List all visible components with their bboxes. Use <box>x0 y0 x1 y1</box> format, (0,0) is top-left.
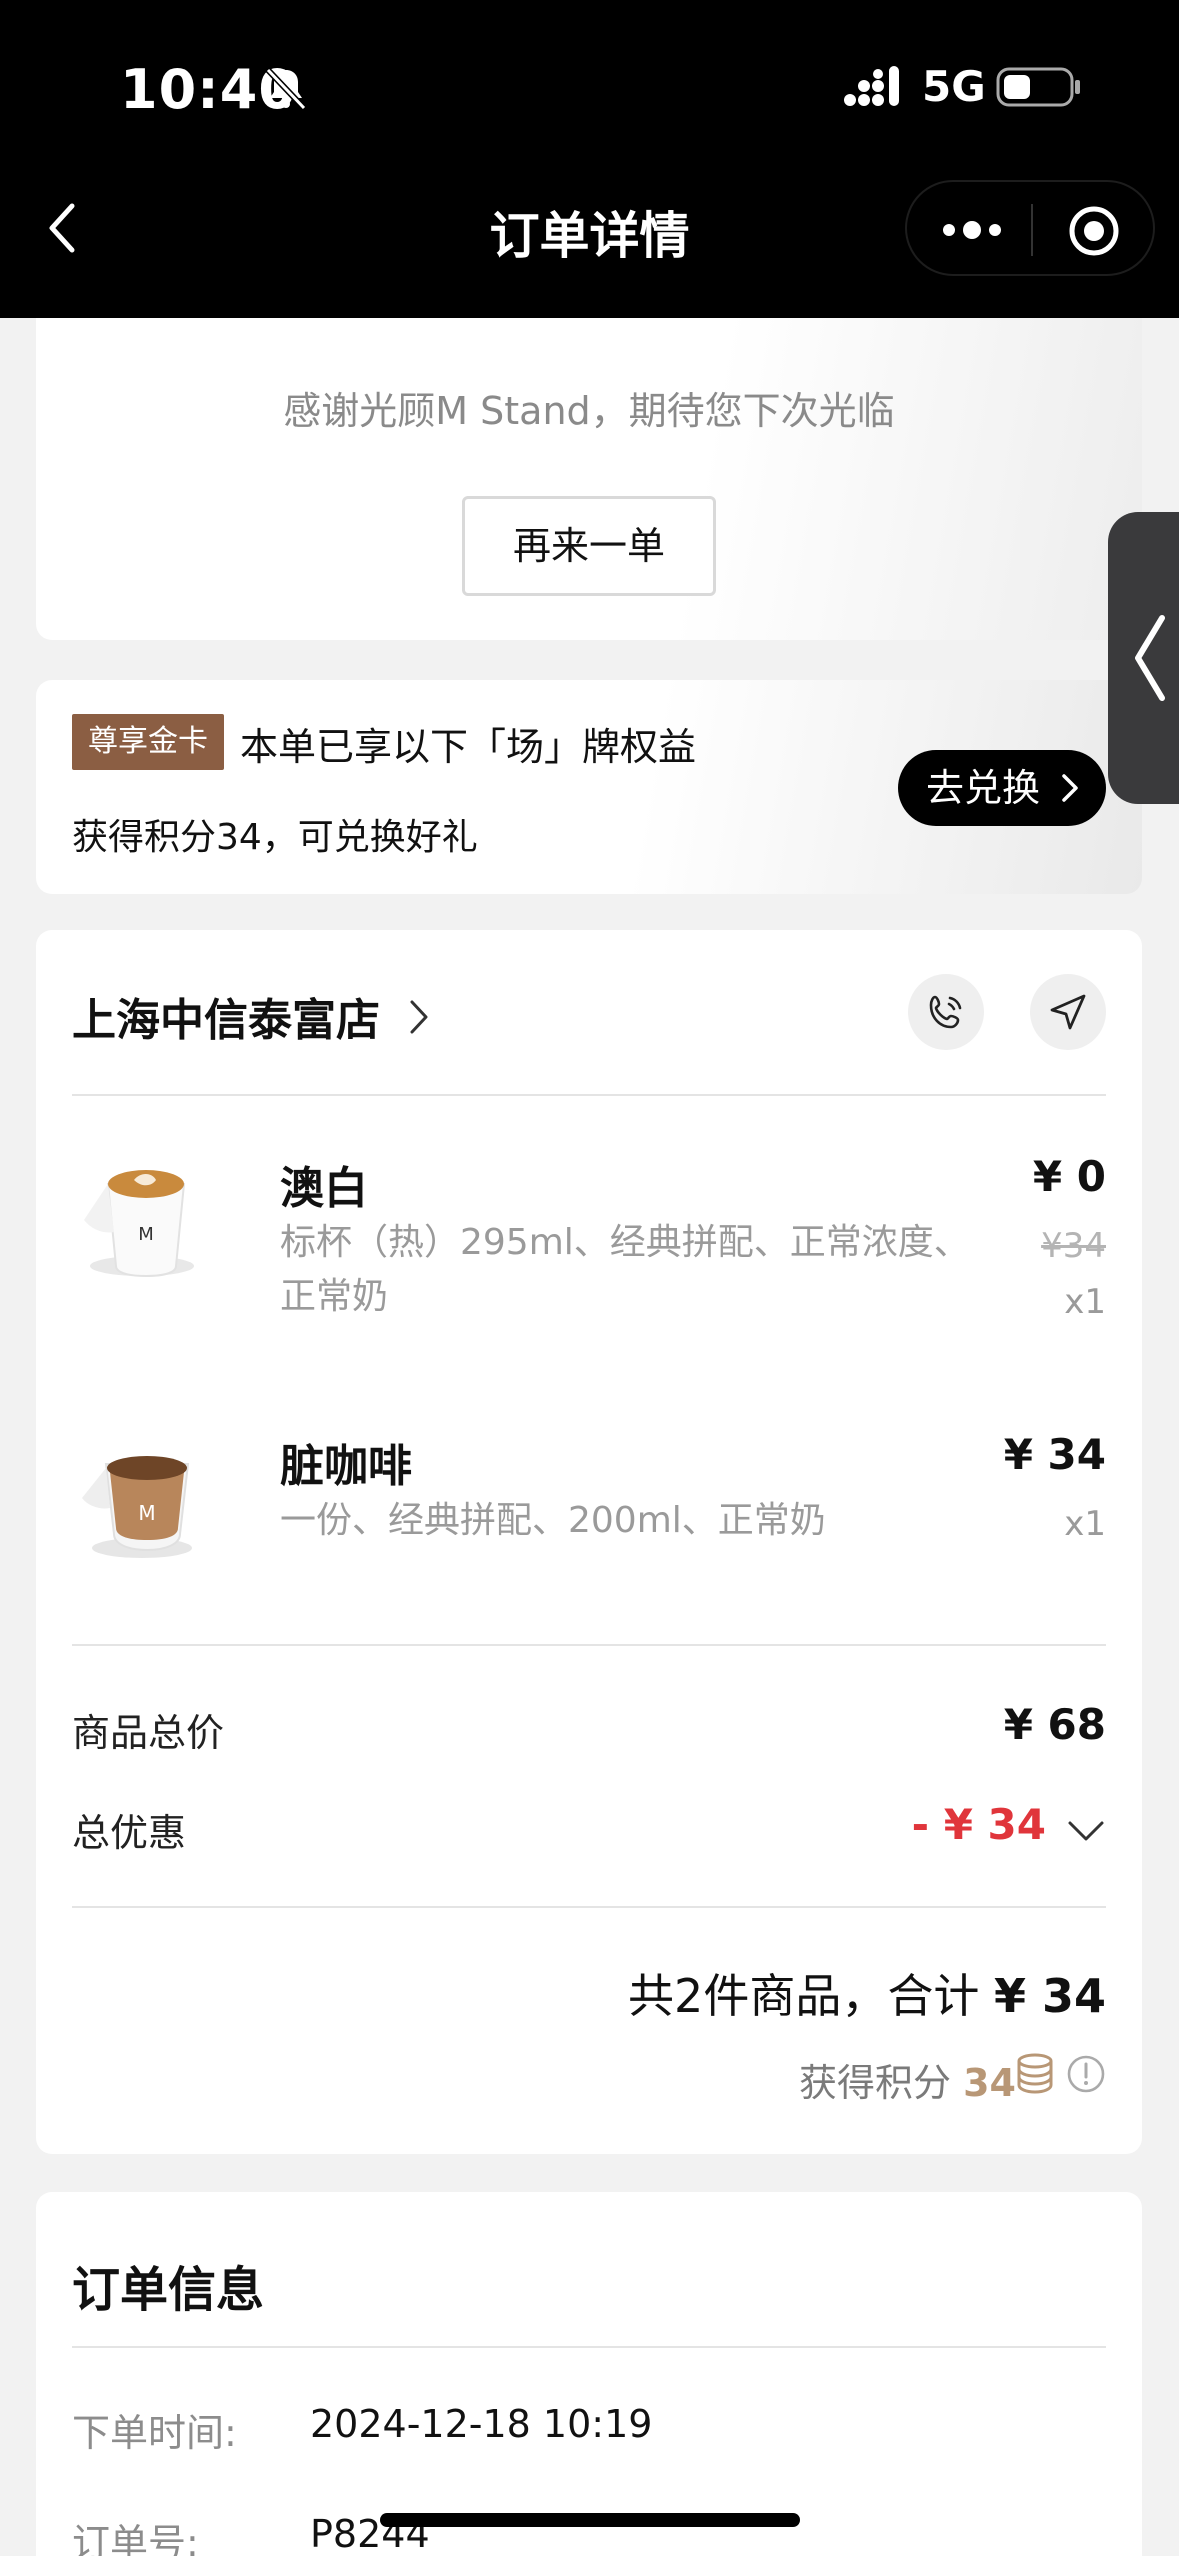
order-total: 共2件商品，合计 ¥ 34 <box>628 1960 1106 2026</box>
earn-points: 34 <box>963 2061 1016 2105</box>
earned-points: 获得积分 34 <box>799 2052 1016 2107</box>
close-miniprogram-icon[interactable] <box>1067 204 1121 258</box>
order-time-value: 2024-12-18 10:19 <box>310 2402 653 2446</box>
benefit-text: 本单已享以下「场」牌权益 <box>240 725 697 769</box>
navigate-button[interactable] <box>1030 974 1106 1050</box>
item-price: ¥ 34 <box>1003 1430 1106 1479</box>
top-bar: 10:40 5G 订单详情 <box>0 0 1179 318</box>
total-amount: ¥ 34 <box>993 1969 1106 2023</box>
svg-text:M: M <box>138 1501 155 1525</box>
item-spec: 标杯（热）295ml、经典拼配、正常浓度、正常奶 <box>280 1222 970 1317</box>
network-type: 5G <box>922 62 986 111</box>
order-info-title: 订单信息 <box>72 2262 265 2318</box>
item-name: 澳白 <box>280 1163 368 1214</box>
subtotal-label: 商品总价 <box>72 1711 225 1755</box>
svg-text:M: M <box>138 1224 154 1245</box>
item-spec: 一份、经典拼配、200ml、正常奶 <box>280 1500 826 1541</box>
discount-label: 总优惠 <box>72 1811 187 1855</box>
item-quantity: x1 <box>1064 1504 1106 1544</box>
item-price: ¥ 0 <box>1032 1152 1106 1201</box>
store-name[interactable]: 上海中信泰富店 <box>72 984 380 1048</box>
battery-icon <box>996 67 1080 107</box>
call-store-button[interactable] <box>908 974 984 1050</box>
order-card: 上海中信泰富店 M 澳白 标杯（热）295ml、经典拼配、正常浓度、正常奶 ¥ … <box>36 930 1142 2154</box>
earn-label: 获得积分 <box>799 2061 952 2105</box>
more-icon[interactable] <box>937 212 1007 248</box>
coin-stack-icon <box>1017 2053 1053 2094</box>
thanks-message: 感谢光顾M Stand，期待您下次光临 <box>283 389 895 433</box>
divider <box>72 1094 1106 1096</box>
order-info-card: 订单信息 下单时间: 2024-12-18 10:19 订单号: P8244 <box>36 2192 1142 2556</box>
member-benefit-card: 尊享金卡 本单已享以下「场」牌权益 获得积分34，可兑换好礼 去兑换 <box>36 680 1142 894</box>
product-image: M <box>84 1170 194 1278</box>
chevron-right-icon[interactable] <box>408 998 430 1036</box>
points-text: 获得积分34，可兑换好礼 <box>72 817 478 858</box>
total-prefix: 共2件商品，合计 <box>628 1969 980 2023</box>
home-indicator[interactable] <box>380 2513 800 2527</box>
exchange-label: 去兑换 <box>926 766 1041 810</box>
exchange-button[interactable]: 去兑换 <box>898 750 1106 826</box>
subtotal-value: ¥ 68 <box>1003 1700 1106 1749</box>
chevron-down-icon[interactable] <box>1066 1818 1106 1844</box>
discount-value[interactable]: - ¥ 34 <box>912 1800 1046 1849</box>
order-number-label: 订单号: <box>72 2521 199 2556</box>
signal-icon <box>844 66 899 106</box>
order-time-label: 下单时间: <box>72 2411 237 2455</box>
item-name: 脏咖啡 <box>280 1441 412 1492</box>
phone-icon <box>929 995 962 1029</box>
info-icon[interactable] <box>1066 2054 1106 2094</box>
divider <box>72 1906 1106 1908</box>
divider <box>72 2346 1106 2348</box>
navigation-arrow-icon <box>1050 994 1086 1030</box>
mini-program-capsule <box>905 180 1155 276</box>
product-image: M <box>82 1456 192 1558</box>
side-drawer-handle[interactable] <box>1108 512 1179 804</box>
vip-badge: 尊享金卡 <box>72 714 224 770</box>
chevron-left-icon <box>1135 615 1165 701</box>
reorder-button[interactable]: 再来一单 <box>462 496 716 596</box>
item-quantity: x1 <box>1064 1282 1106 1322</box>
capsule-divider <box>1031 204 1033 256</box>
chevron-right-icon <box>1062 774 1078 802</box>
divider <box>72 1644 1106 1646</box>
bell-muted-icon <box>265 67 307 111</box>
item-original-price: ¥34 <box>1041 1226 1106 1266</box>
